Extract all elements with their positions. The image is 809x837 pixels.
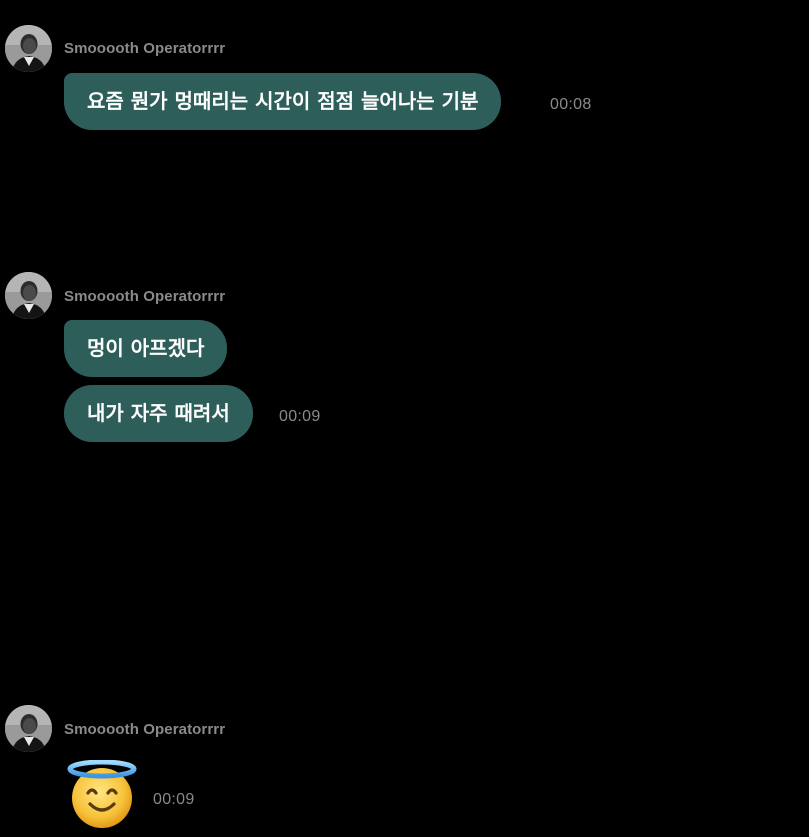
message-timestamp: 00:08	[550, 96, 592, 113]
message-bubble[interactable]: 내가 자주 때려서	[64, 385, 253, 442]
message-bubble[interactable]: 요즘 뭔가 멍때리는 시간이 점점 늘어나는 기분	[64, 73, 502, 130]
sender-name: Smooooth Operatorrrr	[64, 721, 226, 738]
message-bubble[interactable]: 멍이 아프겠다	[64, 320, 228, 377]
message-timestamp: 00:09	[279, 408, 321, 425]
profile-photo-icon	[5, 272, 52, 319]
sender-name: Smooooth Operatorrrr	[64, 288, 226, 305]
avatar[interactable]	[5, 705, 52, 752]
sender-name: Smooooth Operatorrrr	[64, 40, 226, 57]
message-timestamp: 00:09	[153, 791, 195, 808]
avatar[interactable]	[5, 25, 52, 72]
avatar[interactable]	[5, 272, 52, 319]
profile-photo-icon	[5, 25, 52, 72]
smiling-face-with-halo-icon[interactable]	[66, 759, 138, 828]
profile-photo-icon	[5, 705, 52, 752]
